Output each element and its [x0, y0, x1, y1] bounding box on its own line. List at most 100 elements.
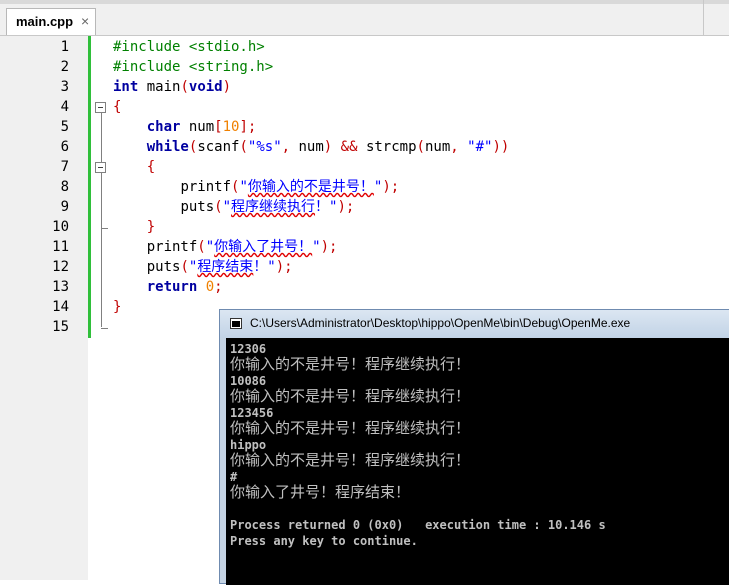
code-line[interactable]: 10 }	[0, 217, 729, 237]
operator: {	[146, 159, 156, 175]
operator: }	[146, 219, 156, 235]
code-text: #include <stdio.h>	[113, 37, 265, 57]
console-title-bar[interactable]: C:\Users\Administrator\Desktop\hippo\Ope…	[220, 310, 729, 338]
code-text: }	[113, 297, 121, 317]
code-text: {	[113, 97, 121, 117]
line-number: 9	[60, 199, 69, 215]
code-line[interactable]: 12 puts("程序结束！");	[0, 257, 729, 277]
identifier: puts	[146, 259, 181, 275]
identifier: scanf	[197, 139, 240, 155]
line-number: 11	[52, 239, 69, 255]
string-literal: "	[312, 239, 321, 255]
identifier: printf	[180, 179, 232, 195]
string-literal: "	[239, 179, 248, 195]
code-line[interactable]: 8 printf("你输入的不是井号！");	[0, 177, 729, 197]
keyword: void	[188, 79, 223, 95]
console-line: Press any key to continue.	[230, 534, 418, 548]
operator: {	[113, 99, 122, 115]
operator: ];	[239, 119, 257, 135]
string-literal: ！"	[253, 259, 276, 275]
identifier: num	[180, 119, 215, 135]
line-number: 2	[60, 59, 69, 75]
operator: )	[323, 139, 333, 155]
operator: &&	[340, 139, 358, 155]
line-number: 7	[60, 159, 69, 175]
code-text: return 0;	[113, 277, 223, 297]
code-text: while(scanf("%s", num) && strcmp(num, "#…	[113, 137, 510, 157]
line-number: 6	[60, 139, 69, 155]
keyword: while	[146, 139, 189, 155]
identifier: num	[424, 139, 451, 155]
operator: ))	[492, 139, 510, 155]
tab-bar-divider	[703, 0, 704, 35]
line-number: 1	[60, 39, 69, 55]
operator: (	[180, 259, 189, 275]
console-line: 你输入的不是井号！程序继续执行！	[230, 387, 471, 405]
console-line: 你输入的不是井号！程序继续执行！	[230, 451, 471, 469]
editor-tab-bar: main.cpp ×	[0, 0, 729, 36]
string-literal-spellcheck: 程序继续执行	[231, 199, 316, 215]
code-text: int main(void)	[113, 77, 231, 97]
preprocessor-directive: #include <stdio.h>	[113, 39, 265, 55]
string-literal-spellcheck: 程序结束	[197, 259, 254, 275]
console-line: Process returned 0 (0x0) execution time …	[230, 518, 606, 532]
operator: );	[337, 199, 355, 215]
operator: (	[180, 79, 189, 95]
line-number: 12	[52, 259, 69, 275]
operator: (	[239, 139, 248, 155]
string-literal: "#"	[467, 139, 493, 155]
console-line: 你输入的不是井号！程序继续执行！	[230, 355, 471, 373]
code-line[interactable]: 13 return 0;	[0, 277, 729, 297]
code-line[interactable]: 3 int main(void)	[0, 77, 729, 97]
operator: ,	[450, 139, 459, 155]
code-text: }	[113, 217, 155, 237]
code-text: printf("你输入了井号！");	[113, 237, 338, 257]
operator: (	[197, 239, 206, 255]
operator: ,	[281, 139, 291, 155]
code-text: char num[10];	[113, 117, 257, 137]
operator: (	[416, 139, 425, 155]
line-number: 4	[60, 99, 69, 115]
console-window[interactable]: C:\Users\Administrator\Desktop\hippo\Ope…	[219, 309, 729, 585]
code-text: puts("程序继续执行！");	[113, 197, 354, 217]
code-text: #include <string.h>	[113, 57, 273, 77]
operator: }	[113, 299, 122, 315]
string-literal: ！"	[315, 199, 338, 215]
string-literal: "	[222, 199, 232, 215]
keyword: return	[146, 279, 198, 295]
code-line[interactable]: 11 printf("你输入了井号！");	[0, 237, 729, 257]
preprocessor-directive: #include <string.h>	[113, 59, 274, 75]
operator: )	[222, 79, 232, 95]
code-line[interactable]: 5 char num[10];	[0, 117, 729, 137]
code-line[interactable]: 6 while(scanf("%s", num) && strcmp(num, …	[0, 137, 729, 157]
console-line: 你输入了井号！程序结束！	[230, 483, 411, 501]
operator: [	[214, 119, 223, 135]
code-line[interactable]: 2 #include <string.h>	[0, 57, 729, 77]
line-number: 3	[60, 79, 69, 95]
line-number: 14	[52, 299, 69, 315]
string-literal: "	[205, 239, 215, 255]
code-line[interactable]: 9 puts("程序继续执行！");	[0, 197, 729, 217]
code-text: printf("你输入的不是井号！");	[113, 177, 399, 197]
keyword: char	[146, 119, 181, 135]
identifier: printf	[146, 239, 198, 255]
code-line[interactable]: 1 #include <stdio.h>	[0, 37, 729, 57]
tab-bar-top-strip	[0, 0, 729, 4]
code-line[interactable]: 7 {	[0, 157, 729, 177]
operator: );	[320, 239, 338, 255]
code-line[interactable]: 4 {	[0, 97, 729, 117]
console-title: C:\Users\Administrator\Desktop\hippo\Ope…	[250, 316, 631, 330]
tab-main-cpp[interactable]: main.cpp ×	[6, 8, 96, 35]
line-number: 8	[60, 179, 69, 195]
console-output[interactable]: 12306 你输入的不是井号！程序继续执行！ 10086 你输入的不是井号！程序…	[226, 338, 729, 585]
operator: );	[382, 179, 400, 195]
close-icon[interactable]: ×	[81, 13, 89, 29]
number-literal: 10	[222, 119, 240, 135]
